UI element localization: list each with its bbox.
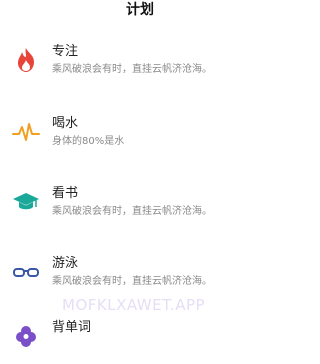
graduation-cap-icon (12, 188, 40, 216)
list-item-read[interactable]: 看书 乘风破浪会有时，直挂云帆济沧海。 (0, 180, 280, 230)
list-item-focus[interactable]: 专注 乘风破浪会有时，直挂云帆济沧海。 (0, 38, 280, 88)
item-subtitle: 身体的80%是水 (52, 136, 125, 147)
item-title: 游泳 (52, 256, 79, 271)
item-title: 看书 (52, 186, 79, 201)
watermark: MOFKLXAWET.APP (62, 296, 206, 314)
item-subtitle: 乘风破浪会有时，直挂云帆济沧海。 (52, 276, 212, 287)
item-subtitle: 乘风破浪会有时，直挂云帆济沧海。 (52, 206, 212, 217)
page-title: 计划 (126, 2, 154, 18)
list-item-drink-water[interactable]: 喝水 身体的80%是水 (0, 110, 280, 160)
flame-icon (12, 46, 40, 74)
item-title: 专注 (52, 44, 79, 59)
flower-icon (12, 322, 40, 350)
list-item-vocabulary[interactable]: 背单词 (0, 314, 280, 364)
goggles-icon (12, 258, 40, 286)
item-title: 背单词 (52, 320, 92, 335)
list-item-swim[interactable]: 游泳 乘风破浪会有时，直挂云帆济沧海。 (0, 250, 280, 300)
item-title: 喝水 (52, 116, 79, 131)
item-subtitle: 乘风破浪会有时，直挂云帆济沧海。 (52, 64, 212, 75)
heartbeat-icon (12, 118, 40, 146)
